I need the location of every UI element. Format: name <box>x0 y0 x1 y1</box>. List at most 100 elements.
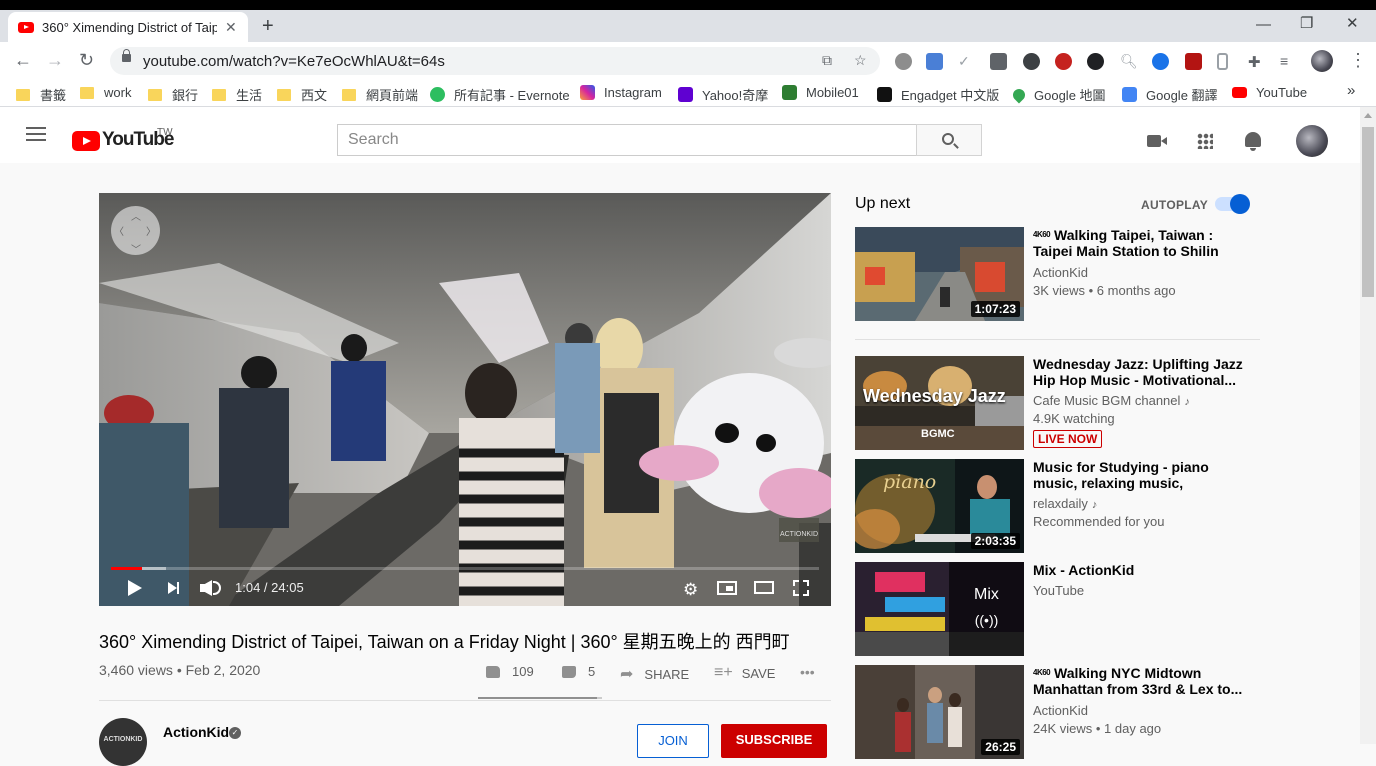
new-tab-button[interactable]: + <box>262 15 274 38</box>
reload-icon[interactable]: ↻ <box>79 50 94 71</box>
close-window-icon[interactable]: ✕ <box>1346 14 1359 32</box>
recommended-video[interactable]: Wednesday Jazz BGMC Wednesday Jazz: Upli… <box>855 356 1275 450</box>
search-button[interactable] <box>916 124 982 156</box>
ap-extension-icon[interactable] <box>990 53 1007 70</box>
bookmark-item[interactable]: 書籤 <box>16 85 66 104</box>
bookmark-item[interactable]: 西文 <box>277 85 327 104</box>
video-thumbnail[interactable]: Wednesday Jazz BGMC <box>855 356 1024 450</box>
recommended-video[interactable]: 1:07:23 4K60 Walking Taipei, Taiwan : Ta… <box>855 227 1275 321</box>
scroll-up-icon[interactable] <box>1364 113 1372 118</box>
video-title[interactable]: Mix - ActionKid <box>1033 562 1243 578</box>
bookmark-extension-icon[interactable] <box>1185 53 1202 70</box>
pan-left-icon[interactable]: 〈 <box>114 223 124 238</box>
c-extension-icon[interactable] <box>1152 53 1169 70</box>
progress-bar[interactable] <box>111 567 819 570</box>
phone-extension-icon[interactable] <box>1217 53 1228 70</box>
fullscreen-icon[interactable] <box>793 580 809 596</box>
more-bookmarks-icon[interactable]: » <box>1347 82 1355 99</box>
miniplayer-icon[interactable] <box>717 581 737 595</box>
save-button[interactable]: ≡+ SAVE <box>714 664 775 682</box>
channel-name[interactable]: ActionKid <box>1033 265 1088 280</box>
video-title[interactable]: 4K60 Walking NYC Midtown Manhattan from … <box>1033 665 1243 697</box>
adblock-extension-icon[interactable] <box>1055 53 1072 70</box>
video-player[interactable]: ︿ ﹀ 〈 〉 ACTIONKID 1:04 / 24:05 ⚙ <box>99 193 831 606</box>
music-note-icon: ♪ <box>1091 499 1098 511</box>
next-video-icon[interactable] <box>168 582 179 594</box>
create-video-icon[interactable] <box>1147 135 1167 147</box>
pan-down-icon[interactable]: ﹀ <box>131 241 141 256</box>
channel-avatar[interactable]: ACTIONKID <box>99 718 147 766</box>
page-scrollbar[interactable] <box>1360 107 1376 744</box>
forward-icon[interactable]: → <box>46 50 64 71</box>
channel-name[interactable]: ActionKid <box>1033 703 1088 718</box>
search-input[interactable] <box>338 125 916 155</box>
shield-extension-icon[interactable] <box>1087 53 1104 70</box>
maximize-icon[interactable]: ❐ <box>1300 14 1313 32</box>
puzzle-extension-icon[interactable]: ✚ <box>1248 53 1265 71</box>
bookmark-item[interactable]: 銀行 <box>148 85 198 104</box>
browser-menu-icon[interactable]: ⋮ <box>1349 50 1367 71</box>
360-navigation-control[interactable]: ︿ ﹀ 〈 〉 <box>111 206 160 256</box>
search-icon <box>942 133 954 145</box>
translate-extension-icon[interactable] <box>926 53 943 70</box>
extension-icon[interactable] <box>895 53 912 70</box>
channel-name[interactable]: Cafe Music BGM channel ♪ <box>1033 393 1190 408</box>
settings-gear-icon[interactable]: ⚙ <box>683 580 698 600</box>
bookmark-item[interactable]: work <box>80 85 131 100</box>
video-thumbnail[interactable]: piano 2:03:35 <box>855 459 1024 553</box>
browser-tab[interactable]: 360° Ximending District of Taip ✕ <box>8 12 248 42</box>
video-title[interactable]: 4K60 Walking Taipei, Taiwan : Taipei Mai… <box>1033 227 1243 259</box>
bookmark-star-icon[interactable]: ☆ <box>854 52 867 69</box>
check-extension-icon[interactable]: ✓ <box>958 53 975 70</box>
like-button[interactable]: 109 <box>486 664 534 679</box>
profile-avatar-icon[interactable] <box>1311 50 1333 72</box>
bookmark-item[interactable]: Engadget 中文版 <box>877 85 999 104</box>
video-thumbnail[interactable]: 26:25 <box>855 665 1024 759</box>
bookmark-item[interactable]: 生活 <box>212 85 262 104</box>
yahoo-icon <box>678 87 693 102</box>
bookmark-item[interactable]: Mobile01 <box>782 85 859 100</box>
join-button[interactable]: JOIN <box>637 724 709 758</box>
circle-extension-icon[interactable] <box>1023 53 1040 70</box>
more-actions-icon[interactable]: ••• <box>800 664 815 680</box>
channel-name[interactable]: YouTube <box>1033 583 1084 598</box>
account-avatar[interactable] <box>1296 125 1328 157</box>
bookmark-item[interactable]: YouTube <box>1232 85 1307 100</box>
autoplay-toggle-knob[interactable] <box>1230 194 1250 214</box>
channel-watermark[interactable]: ACTIONKID <box>779 518 819 542</box>
address-bar[interactable]: youtube.com/watch?v=Ke7eOcWhlAU&t=64s ⧉ … <box>110 47 880 75</box>
scrollbar-thumb[interactable] <box>1362 127 1374 297</box>
channel-name[interactable]: relaxdaily ♪ <box>1033 496 1097 511</box>
share-button[interactable]: ➦ SHARE <box>620 664 689 684</box>
pan-up-icon[interactable]: ︿ <box>131 208 141 223</box>
menu-icon[interactable] <box>26 133 46 135</box>
bookmark-item[interactable]: Google 翻譯 <box>1122 85 1218 104</box>
bookmark-item[interactable]: 所有記事 - Evernote <box>430 85 570 104</box>
video-title[interactable]: Wednesday Jazz: Uplifting Jazz Hip Hop M… <box>1033 356 1243 388</box>
recommended-video[interactable]: 26:25 4K60 Walking NYC Midtown Manhattan… <box>855 665 1275 759</box>
bookmark-item[interactable]: 網頁前端 <box>342 85 418 104</box>
media-queue-icon[interactable]: ≡ <box>1280 53 1297 70</box>
recommended-mix[interactable]: Mix ((•)) Mix - ActionKid YouTube <box>855 562 1275 656</box>
bookmark-item[interactable]: Instagram <box>580 85 662 100</box>
theater-mode-icon[interactable] <box>754 581 774 594</box>
video-title[interactable]: Music for Studying - piano music, relaxi… <box>1033 459 1243 491</box>
bookmark-item[interactable]: Google 地圖 <box>1010 85 1106 104</box>
notifications-bell-icon[interactable] <box>1245 132 1261 151</box>
video-thumbnail[interactable]: Mix ((•)) <box>855 562 1024 656</box>
tab-close-icon[interactable]: ✕ <box>225 19 237 36</box>
channel-name[interactable]: ActionKid <box>163 724 229 740</box>
minimize-icon[interactable]: ― <box>1256 16 1271 33</box>
dislike-button[interactable]: 5 <box>562 664 595 679</box>
recommended-video[interactable]: piano 2:03:35 Music for Studying - piano… <box>855 459 1275 553</box>
search-extension-icon[interactable]: 🔍︎ <box>1120 53 1138 70</box>
back-icon[interactable]: ← <box>14 50 32 71</box>
video-thumbnail[interactable]: 1:07:23 <box>855 227 1024 321</box>
subscribe-button[interactable]: SUBSCRIBE <box>721 724 827 758</box>
bookmark-item[interactable]: Yahoo!奇摩 <box>678 85 768 104</box>
translate-page-icon[interactable]: ⧉ <box>822 52 832 69</box>
apps-grid-icon[interactable] <box>1197 133 1213 149</box>
play-icon[interactable] <box>128 580 142 596</box>
pan-right-icon[interactable]: 〉 <box>146 223 156 238</box>
youtube-logo-icon[interactable] <box>72 131 100 151</box>
